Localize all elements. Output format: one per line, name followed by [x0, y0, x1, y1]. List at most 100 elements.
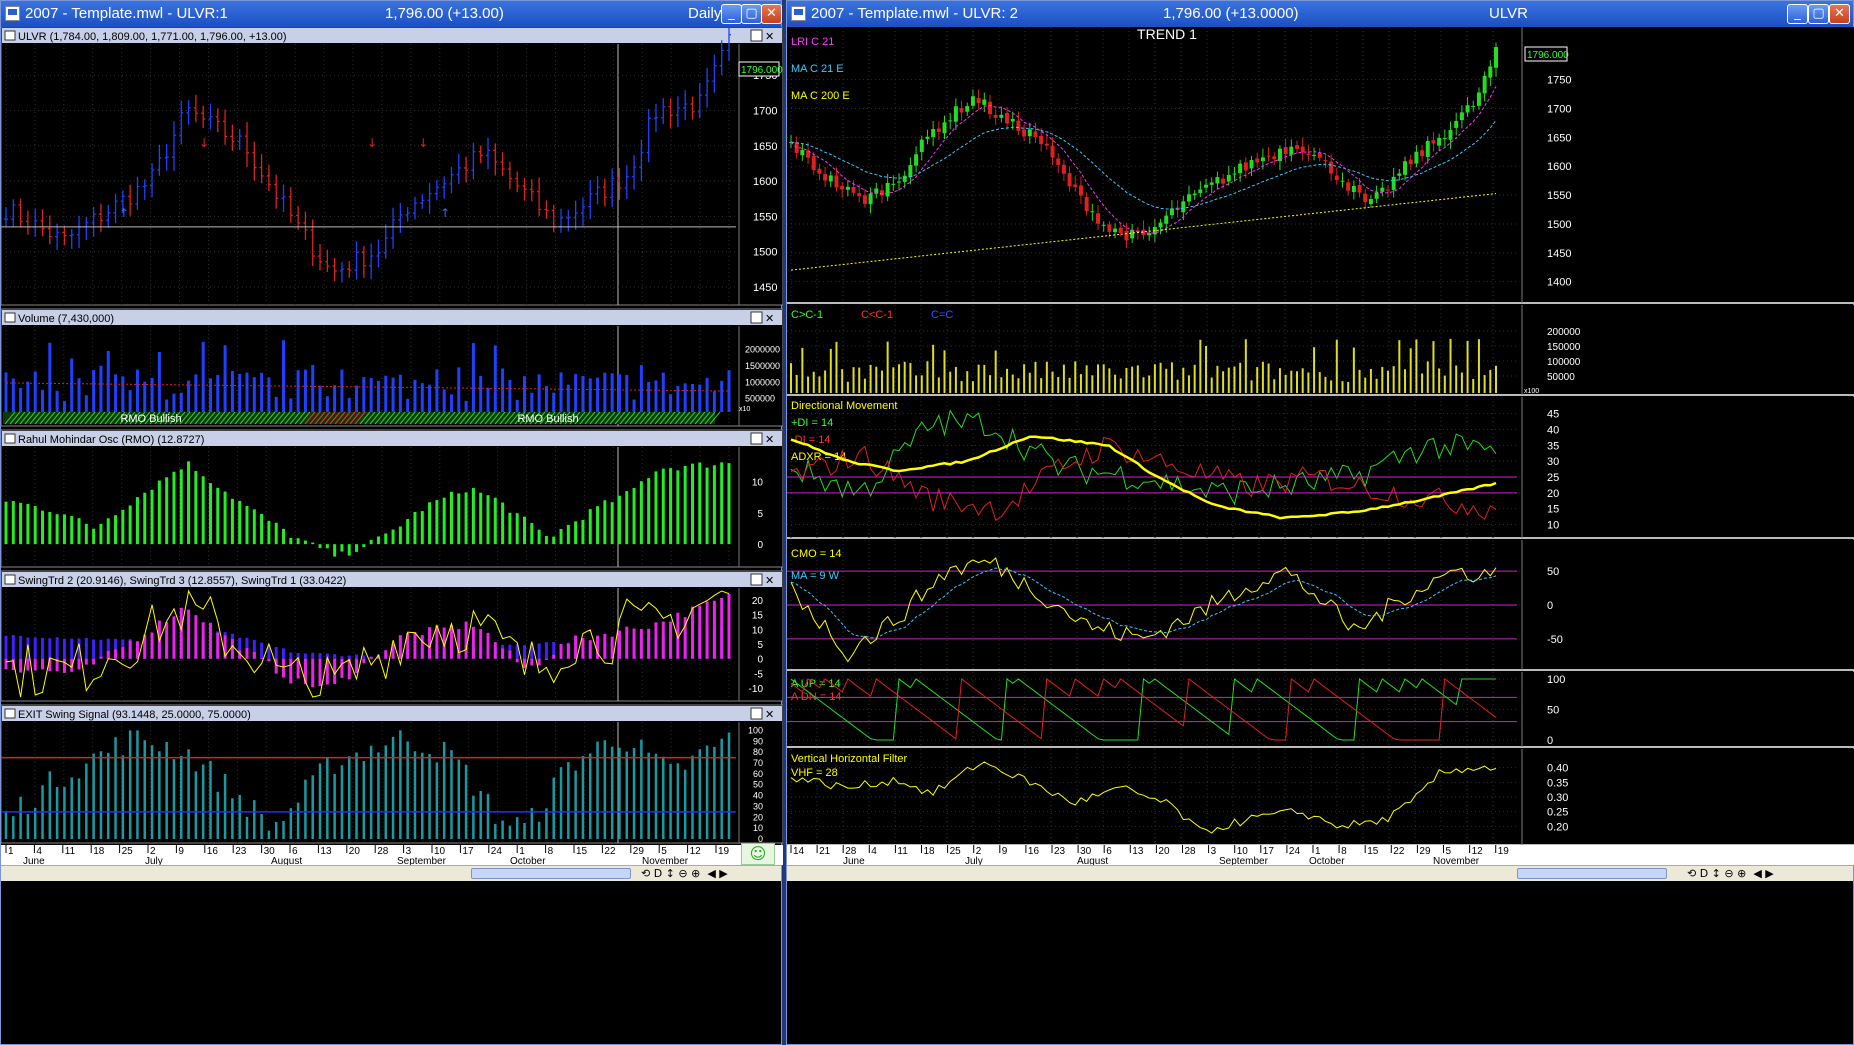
candle-body: [914, 154, 919, 166]
scroll-thumb[interactable]: [1517, 868, 1667, 879]
x-tick-label: 28: [377, 846, 389, 857]
y-tick-label: 100000: [1547, 357, 1581, 368]
x-tick-label: 20: [1158, 846, 1170, 857]
y-tick-label: 40: [753, 791, 763, 801]
pane-maximize-icon[interactable]: [750, 29, 763, 42]
y-tick-label: 10: [1547, 520, 1559, 532]
candle-body: [1391, 176, 1396, 190]
y-tick-label: 1400: [1547, 277, 1571, 289]
pane-close-icon[interactable]: ✕: [765, 574, 774, 587]
x-tick-label: 9: [1002, 846, 1008, 857]
rmo-label: RMO Bullish: [120, 413, 181, 425]
title-bar[interactable]: 2007 - Template.mwl - ULVR: 2 1,796.00 (…: [787, 1, 1853, 27]
scroll-thumb[interactable]: [471, 868, 631, 879]
candle-body: [1300, 146, 1305, 153]
horizontal-scrollbar[interactable]: ⟲ D ↕ ⊖ ⊕ ◀ ▶: [1, 865, 781, 881]
candle-body: [1408, 159, 1413, 165]
candle-body: [1323, 159, 1328, 161]
y-tick-label: 20: [752, 596, 764, 607]
pane-close-icon[interactable]: ✕: [765, 30, 774, 43]
pane-0: [787, 27, 1854, 303]
candle-body: [1283, 147, 1288, 154]
pane-maximize-icon[interactable]: [750, 432, 763, 445]
pane-close-icon[interactable]: ✕: [765, 312, 774, 325]
smiley-icon[interactable]: ☺: [741, 843, 775, 865]
rmo-label: RMO Bullish: [517, 413, 578, 425]
candle-body: [1459, 112, 1464, 121]
maximize-icon[interactable]: ▢: [741, 4, 762, 24]
candle-body: [1169, 208, 1174, 216]
y-tick-label: 35: [1547, 440, 1559, 452]
candle-body: [1357, 184, 1362, 193]
close-icon[interactable]: ✕: [761, 4, 782, 24]
candle-body: [1084, 197, 1089, 212]
minimize-icon[interactable]: _: [1787, 4, 1808, 24]
horizontal-scrollbar[interactable]: ⟲ D ↕ ⊖ ⊕ ◀ ▶: [787, 865, 1853, 881]
x-tick-label: 19: [718, 846, 730, 857]
minimize-icon[interactable]: _: [721, 4, 742, 24]
candle-body: [1005, 112, 1010, 124]
pane-maximize-icon[interactable]: [750, 311, 763, 324]
x-tick-label: 12: [690, 846, 702, 857]
candle-body: [1243, 162, 1248, 171]
candle-body: [1022, 129, 1027, 137]
candle-body: [1312, 154, 1317, 156]
candle-body: [1016, 120, 1021, 131]
candle-body: [891, 183, 896, 185]
y-tick-label: 0: [757, 540, 763, 551]
candle-body: [1425, 141, 1430, 157]
title-bar[interactable]: 2007 - Template.mwl - ULVR:1 1,796.00 (+…: [1, 1, 782, 27]
x-tick-label: 3: [1211, 846, 1217, 857]
candle-body: [970, 96, 975, 106]
y-tick-label: 500000: [745, 394, 775, 404]
close-icon[interactable]: ✕: [1829, 4, 1850, 24]
pane-close-icon[interactable]: ✕: [765, 433, 774, 446]
x-tick-label: 17: [462, 846, 474, 857]
x-tick-label: 16: [1028, 846, 1040, 857]
unit-label: x10: [739, 406, 750, 413]
y-tick-label: 10: [753, 823, 763, 833]
chart-canvas-right[interactable]: TREND 1 LRI C 21 MA C 21 E MA C 200 E 1750 17…: [787, 27, 1854, 865]
pane-maximize-icon[interactable]: [750, 707, 763, 720]
pane-title-0: ULVR (1,784.00, 1,809.00, 1,771.00, 1,79…: [18, 31, 287, 43]
pane-maximize-icon[interactable]: [750, 573, 763, 586]
x-tick-label: 8: [548, 846, 554, 857]
candle-body: [1198, 189, 1203, 193]
maximize-icon[interactable]: ▢: [1808, 4, 1829, 24]
pane-menu-icon: [4, 30, 16, 41]
candle-body: [1340, 180, 1345, 182]
y-tick-label: 80: [753, 747, 763, 757]
candle-body: [823, 174, 828, 181]
y-tick-label: 15: [1547, 504, 1559, 516]
signal-arrow-icon: ↓: [418, 136, 428, 150]
unit-label: x100: [1524, 388, 1539, 395]
chart-window-2[interactable]: 2007 - Template.mwl - ULVR: 2 1,796.00 (…: [786, 0, 1854, 1045]
candle-body: [999, 114, 1004, 118]
x-tick-label: 29: [1419, 846, 1431, 857]
candle-body: [1431, 140, 1436, 144]
y-tick-label: 1500: [1547, 219, 1571, 231]
chart-window-1[interactable]: 2007 - Template.mwl - ULVR:1 1,796.00 (+…: [0, 0, 783, 1045]
window-icon: [5, 6, 20, 21]
candle-body: [1403, 161, 1408, 175]
y-tick-label: 0.30: [1547, 792, 1568, 804]
candle-body: [1073, 184, 1078, 187]
y-tick-label: 50: [1547, 566, 1559, 578]
scroll-nav[interactable]: ⟲ D ↕ ⊖ ⊕ ◀ ▶: [641, 866, 728, 882]
signal-arrow-icon: ↓: [199, 136, 209, 150]
window-title: 2007 - Template.mwl - ULVR:1: [25, 5, 228, 22]
pane-close-icon[interactable]: ✕: [765, 708, 774, 721]
x-tick-label: 23: [235, 846, 247, 857]
x-tick-label: 24: [1289, 846, 1301, 857]
candle-body: [902, 175, 907, 182]
y-tick-label: 10: [752, 477, 764, 488]
y-tick-label: 2000000: [745, 345, 780, 355]
scroll-nav[interactable]: ⟲ D ↕ ⊖ ⊕ ◀ ▶: [1687, 866, 1774, 882]
x-tick-label: 18: [924, 846, 936, 857]
chart-canvas-left[interactable]: ULVR (1,784.00, 1,809.00, 1,771.00, 1,79…: [1, 27, 783, 865]
candle-body: [885, 182, 890, 197]
y-tick-label: 90: [753, 736, 763, 746]
x-tick-label: 22: [604, 846, 616, 857]
candle-body: [1442, 138, 1447, 140]
x-month-label: November: [642, 856, 689, 865]
